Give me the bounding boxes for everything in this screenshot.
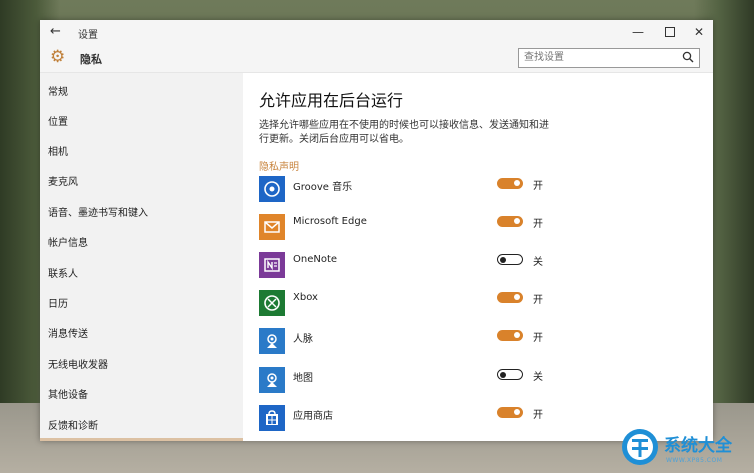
toggle-state-label: 关 xyxy=(533,372,543,383)
sidebar-item-general[interactable]: 常规 xyxy=(48,83,68,98)
toggle-state-label: 开 xyxy=(533,333,543,344)
store-icon xyxy=(266,410,278,425)
maximize-button[interactable] xyxy=(659,23,681,41)
maps-icon xyxy=(267,373,277,387)
store-tile xyxy=(259,405,285,431)
section-description: 选择允许哪些应用在不使用的时候也可以接收信息、发送通知和进行更新。关闭后台应用可… xyxy=(259,120,549,145)
background-toggle-microsoft-edge[interactable] xyxy=(497,216,523,227)
onenote-icon xyxy=(264,258,280,272)
sidebar-item-calendar[interactable]: 日历 xyxy=(48,295,68,310)
app-row-maps: 地图 关 xyxy=(259,365,569,395)
privacy-statement-link[interactable]: 隐私声明 xyxy=(259,158,299,173)
background-toggle-groove[interactable] xyxy=(497,178,523,189)
app-name: Xbox xyxy=(293,292,318,303)
watermark-url: WWW.XP85.COM xyxy=(666,457,723,464)
sidebar-item-feedback-diagnostics[interactable]: 反馈和诊断 xyxy=(48,417,98,432)
toggle-knob xyxy=(514,180,520,186)
xbox-tile xyxy=(259,290,285,316)
maximize-icon xyxy=(665,27,675,37)
sidebar-item-speech-inking-typing[interactable]: 语音、墨迹书写和键入 xyxy=(48,204,148,219)
close-button[interactable]: ✕ xyxy=(688,23,710,41)
sidebar: 常规 位置 相机 麦克风 语音、墨迹书写和键入 帐户信息 联系人 日历 消息传送… xyxy=(40,73,243,441)
maps-tile xyxy=(259,367,285,393)
sidebar-item-microphone[interactable]: 麦克风 xyxy=(48,173,78,188)
background-toggle-maps[interactable] xyxy=(497,369,523,380)
search-icon[interactable] xyxy=(682,51,694,63)
main-content: 允许应用在后台运行 选择允许哪些应用在不使用的时候也可以接收信息、发送通知和进行… xyxy=(243,73,713,441)
toggle-state-label: 关 xyxy=(533,257,543,268)
sidebar-item-contacts[interactable]: 联系人 xyxy=(48,265,78,280)
background-toggle-xbox[interactable] xyxy=(497,292,523,303)
app-name: 应用商店 xyxy=(293,411,333,422)
site-watermark: 系统大全 WWW.XP85.COM xyxy=(620,425,754,473)
sidebar-item-other-devices[interactable]: 其他设备 xyxy=(48,386,88,401)
app-row-people: 人脉 开 xyxy=(259,326,569,356)
music-icon xyxy=(264,181,280,197)
toggle-state-label: 开 xyxy=(533,181,543,192)
toggle-knob xyxy=(514,218,520,224)
toggle-knob xyxy=(500,371,506,378)
settings-header: ⚙ 隐私 xyxy=(40,44,713,73)
search-box[interactable] xyxy=(518,48,700,68)
background-toggle-people[interactable] xyxy=(497,330,523,341)
section-title: 允许应用在后台运行 xyxy=(259,91,404,110)
app-row-groove: Groove 音乐 开 xyxy=(259,174,569,204)
app-name: OneNote xyxy=(293,254,338,265)
app-name: 地图 xyxy=(293,373,313,384)
toggle-state-label: 开 xyxy=(533,219,543,230)
app-row-xbox: Xbox 开 xyxy=(259,288,569,318)
toggle-state-label: 开 xyxy=(533,410,543,421)
sidebar-item-location[interactable]: 位置 xyxy=(48,113,68,128)
background-toggle-onenote[interactable] xyxy=(497,254,523,265)
title-bar: ← 设置 — ✕ xyxy=(40,20,713,44)
app-row-onenote: OneNote 关 xyxy=(259,250,569,280)
watermark-logo-icon xyxy=(622,429,658,465)
groove-tile xyxy=(259,176,285,202)
background-toggle-store[interactable] xyxy=(497,407,523,418)
watermark-text: 系统大全 xyxy=(664,436,732,456)
sidebar-selection-indicator xyxy=(40,438,243,441)
sidebar-item-radios[interactable]: 无线电收发器 xyxy=(48,356,108,371)
app-row-store: 应用商店 开 xyxy=(259,403,569,433)
settings-window: ← 设置 — ✕ ⚙ 隐私 常规 位置 相机 麦克风 语音、墨迹书写和键入 帐户… xyxy=(40,20,713,441)
page-title: 隐私 xyxy=(80,53,102,66)
xbox-icon xyxy=(264,295,280,311)
sidebar-item-account-info[interactable]: 帐户信息 xyxy=(48,234,88,249)
minimize-button[interactable]: — xyxy=(627,23,649,41)
toggle-knob xyxy=(514,409,520,415)
people-icon xyxy=(267,334,277,348)
app-name: 人脉 xyxy=(293,334,313,345)
window-title: 设置 xyxy=(78,30,98,41)
back-arrow-icon[interactable]: ← xyxy=(50,24,61,39)
app-name: Microsoft Edge xyxy=(293,216,367,227)
gear-icon: ⚙ xyxy=(50,47,66,67)
toggle-knob xyxy=(500,256,506,263)
app-row-microsoft-edge: Microsoft Edge 开 xyxy=(259,212,569,242)
edge-tile xyxy=(259,214,285,240)
toggle-state-label: 开 xyxy=(533,295,543,306)
sidebar-item-camera[interactable]: 相机 xyxy=(48,143,68,158)
mail-icon xyxy=(264,221,280,233)
toggle-knob xyxy=(514,332,520,338)
sidebar-item-messaging[interactable]: 消息传送 xyxy=(48,325,88,340)
people-tile xyxy=(259,328,285,354)
search-input[interactable] xyxy=(519,49,674,65)
toggle-knob xyxy=(514,294,520,300)
app-name: Groove 音乐 xyxy=(293,182,353,193)
onenote-tile xyxy=(259,252,285,278)
